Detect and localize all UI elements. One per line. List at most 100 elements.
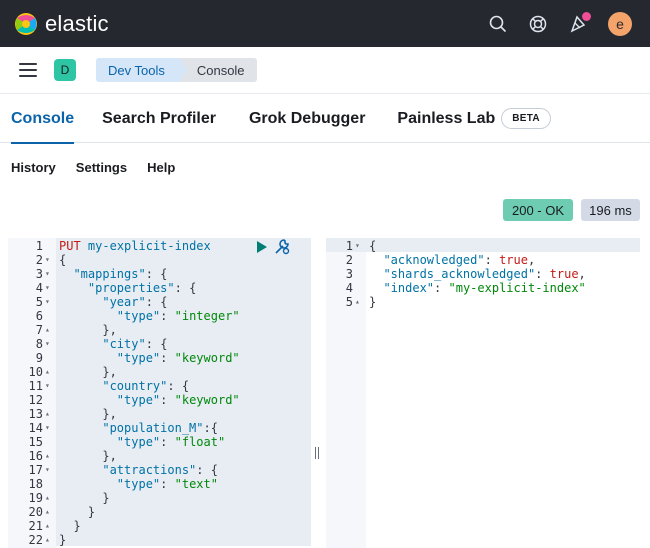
line-number: 7 — [35, 323, 43, 337]
fold-close-icon[interactable]: ▴ — [45, 491, 50, 505]
response-editor[interactable]: 1 ▾{2 "acknowledged": true, 3 "shards_ackn… — [326, 238, 640, 548]
line-number: 4 — [35, 281, 43, 295]
request-line: 22 ▴} — [8, 533, 311, 547]
menu-icon[interactable] — [19, 63, 37, 77]
request-line: 13 ▴ }, — [8, 407, 311, 421]
tab-console[interactable]: Console — [11, 95, 75, 144]
request-line: 21 ▴ } — [8, 519, 311, 533]
line-number: 3 — [35, 267, 43, 281]
elastic-logo-icon — [15, 12, 37, 35]
line-number: 14 — [28, 421, 43, 435]
tab-search-profiler[interactable]: Search Profiler — [102, 95, 216, 143]
code-text: } — [73, 519, 81, 533]
console-menu: History Settings Help — [0, 152, 175, 182]
tab-grok-debugger-label: Grok Debugger — [248, 109, 366, 127]
resize-handle[interactable] — [315, 447, 319, 459]
code-text: "year": { — [102, 295, 168, 309]
code-text: "acknowledged": true, — [383, 253, 536, 267]
status-badge: 200 - OK — [503, 199, 573, 221]
request-line: 14 ▾ "population_M":{ — [8, 421, 311, 435]
help-link[interactable]: Help — [147, 160, 175, 175]
space-avatar[interactable]: D — [54, 59, 76, 81]
play-icon[interactable] — [256, 240, 268, 254]
fold-close-icon[interactable]: ▴ — [45, 323, 50, 337]
notifications-icon[interactable] — [568, 11, 591, 34]
line-number: 22 — [28, 533, 43, 547]
request-line: 10 ▴ }, — [8, 365, 311, 379]
fold-open-icon[interactable]: ▾ — [45, 295, 50, 309]
tab-painless-lab[interactable]: Painless Lab BETA — [397, 95, 551, 143]
fold-close-icon[interactable]: ▴ — [355, 295, 360, 309]
beta-badge: BETA — [501, 108, 551, 129]
fold-close-icon[interactable]: ▴ — [45, 407, 50, 421]
request-line: 8 ▾ "city": { — [8, 337, 311, 351]
line-number: 20 — [28, 505, 43, 519]
line-number: 17 — [28, 463, 43, 477]
code-text: "type": "integer" — [116, 309, 240, 323]
settings-link[interactable]: Settings — [76, 160, 127, 175]
line-number: 12 — [28, 393, 43, 407]
elastic-logo[interactable]: elastic — [14, 11, 109, 37]
brand-name: elastic — [45, 10, 109, 36]
line-number: 18 — [28, 477, 43, 491]
code-text: }, — [102, 323, 117, 337]
request-editor[interactable]: 1 PUT my-explicit-index 2 ▾{3 ▾ "mappings": … — [8, 238, 311, 548]
fold-open-icon[interactable]: ▾ — [45, 421, 50, 435]
request-line: 12 "type": "keyword" — [8, 393, 311, 407]
tab-grok-debugger[interactable]: Grok Debugger — [249, 95, 365, 143]
wrench-icon[interactable] — [274, 238, 291, 255]
line-number: 4 — [345, 281, 353, 295]
code-text: } — [59, 533, 67, 547]
line-number: 5 — [345, 295, 353, 309]
help-icon[interactable] — [528, 14, 548, 34]
code-text: "city": { — [102, 337, 168, 351]
fold-open-icon[interactable]: ▾ — [45, 337, 50, 351]
response-line: 4 "index": "my-explicit-index" — [326, 281, 640, 295]
top-header: elastic e — [0, 0, 650, 47]
devtools-tabs: Console Search Profiler Grok Debugger Pa… — [0, 95, 650, 144]
code-text: "shards_acknowledged": true, — [383, 267, 586, 281]
history-link[interactable]: History — [11, 160, 56, 175]
code-text: "type": "text" — [116, 477, 218, 491]
fold-open-icon[interactable]: ▾ — [45, 379, 50, 393]
request-line: 2 ▾ { — [8, 253, 311, 267]
fold-open-icon[interactable]: ▾ — [45, 281, 50, 295]
fold-close-icon[interactable]: ▴ — [45, 449, 50, 463]
code-text: PUT my-explicit-index — [59, 239, 211, 253]
request-line: 3 ▾ "mappings": { — [8, 267, 311, 281]
line-number: 13 — [28, 407, 43, 421]
search-icon[interactable] — [488, 14, 508, 34]
response-line: 1 ▾ { — [326, 239, 640, 253]
code-text: "attractions": { — [102, 463, 218, 477]
tab-painless-lab-label: Painless Lab — [397, 109, 496, 127]
breadcrumb-bar: D Dev Tools Console — [0, 47, 650, 94]
line-number: 2 — [35, 253, 43, 267]
code-text: } — [369, 295, 377, 309]
fold-close-icon[interactable]: ▴ — [45, 365, 50, 379]
fold-close-icon[interactable]: ▴ — [45, 519, 50, 533]
response-line: 5 ▴} — [326, 295, 640, 309]
breadcrumb-dev-tools[interactable]: Dev Tools — [96, 58, 187, 82]
line-number: 1 — [345, 239, 353, 253]
line-number: 3 — [345, 267, 353, 281]
fold-open-icon[interactable]: ▾ — [355, 239, 360, 253]
request-line: 4 ▾ "properties": { — [8, 281, 311, 295]
user-avatar[interactable]: e — [608, 11, 632, 36]
code-text: "type": "keyword" — [116, 351, 240, 365]
line-number: 21 — [28, 519, 43, 533]
line-number: 1 — [35, 239, 43, 253]
fold-close-icon[interactable]: ▴ — [45, 505, 50, 519]
tab-console-label: Console — [11, 109, 75, 127]
request-line: 7 ▴ }, — [8, 323, 311, 337]
line-number: 16 — [28, 449, 43, 463]
request-line: 20 ▴ } — [8, 505, 311, 519]
fold-open-icon[interactable]: ▾ — [45, 267, 50, 281]
code-text: } — [102, 491, 110, 505]
fold-open-icon[interactable]: ▾ — [45, 463, 50, 477]
line-number: 10 — [28, 365, 43, 379]
fold-close-icon[interactable]: ▴ — [45, 533, 50, 547]
notification-badge — [582, 11, 591, 21]
fold-open-icon[interactable]: ▾ — [45, 253, 50, 267]
request-line: 11 ▾ "country": { — [8, 379, 311, 393]
breadcrumb: Dev Tools Console — [96, 58, 257, 82]
